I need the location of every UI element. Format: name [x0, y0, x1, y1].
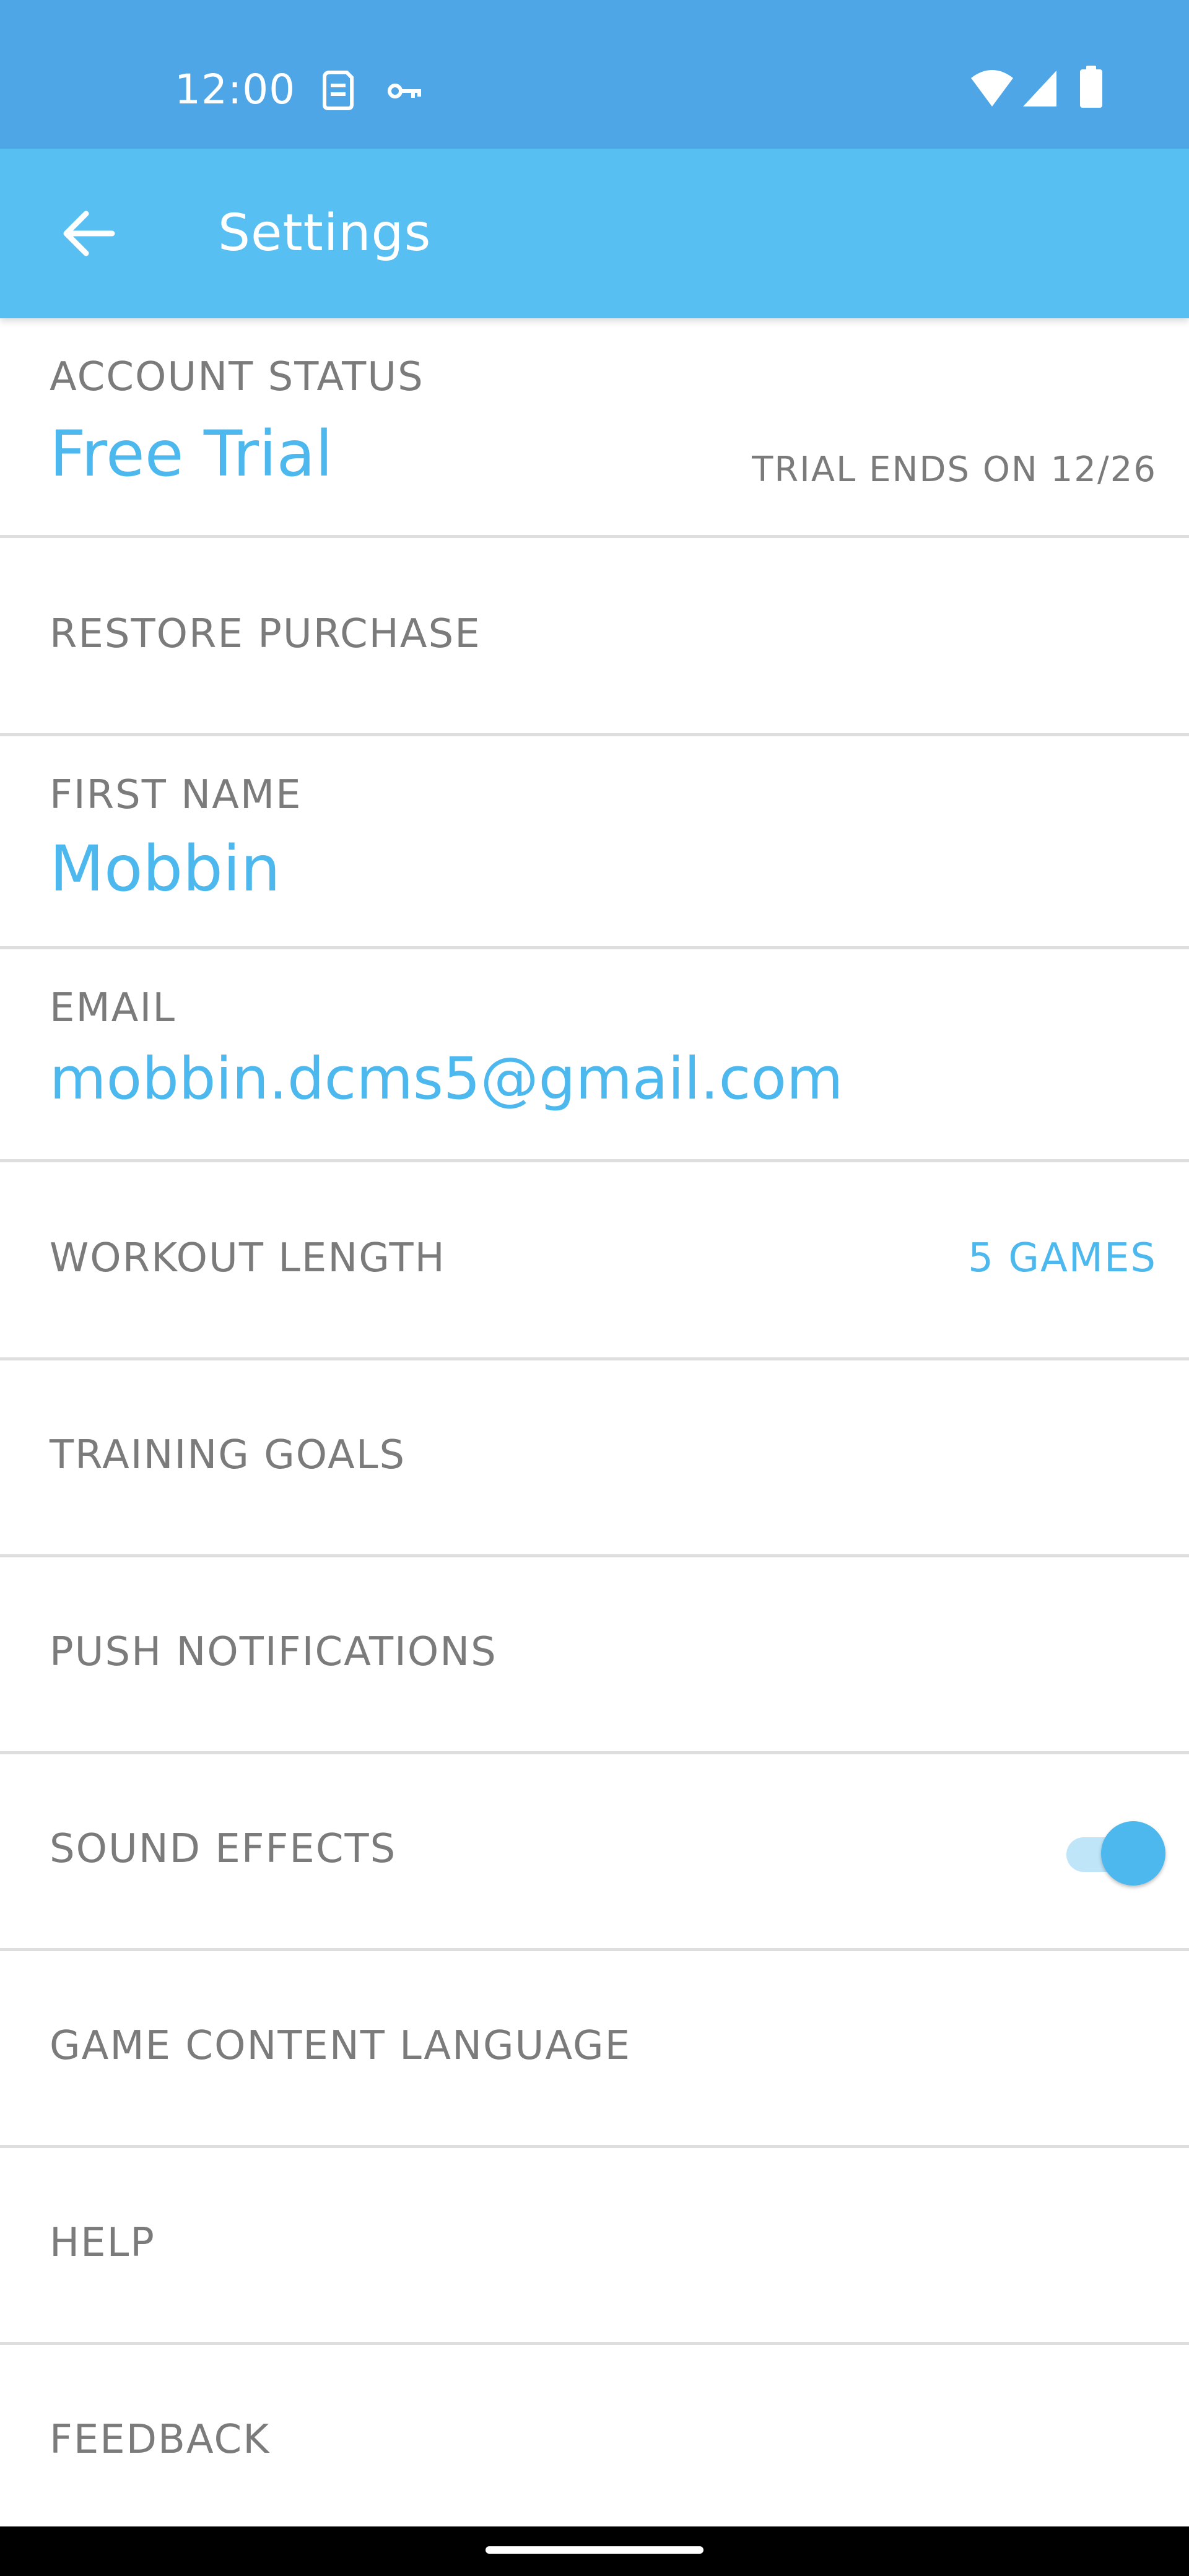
arrow-back-icon [63, 211, 115, 256]
email-label: EMAIL [50, 985, 176, 1031]
toggle-thumb [1101, 1821, 1165, 1886]
settings-list: ACCOUNT STATUS Free Trial TRIAL ENDS ON … [0, 318, 1189, 2531]
workout-length-row[interactable]: WORKOUT LENGTH 5 GAMES [0, 1162, 1189, 1360]
training-goals-row[interactable]: TRAINING GOALS [0, 1360, 1189, 1557]
wifi-icon [971, 70, 1013, 107]
back-button[interactable] [45, 190, 131, 277]
game-content-language-row[interactable]: GAME CONTENT LANGUAGE [0, 1951, 1189, 2148]
app-bar: Settings [0, 149, 1189, 318]
trial-end-note: TRIAL ENDS ON 12/26 [752, 450, 1157, 490]
push-notifications-label: PUSH NOTIFICATIONS [50, 1629, 497, 1675]
status-bar: 12:00 [0, 0, 1189, 149]
game-content-language-label: GAME CONTENT LANGUAGE [50, 2023, 632, 2069]
page-title: Settings [218, 204, 432, 263]
first-name-label: FIRST NAME [50, 772, 302, 818]
help-label: HELP [50, 2220, 155, 2266]
battery-icon [1080, 66, 1102, 108]
sound-effects-label: SOUND EFFECTS [50, 1826, 397, 1872]
push-notifications-row[interactable]: PUSH NOTIFICATIONS [0, 1557, 1189, 1754]
first-name-value: Mobbin [50, 832, 281, 906]
restore-purchase-row[interactable]: RESTORE PURCHASE [0, 538, 1189, 736]
training-goals-label: TRAINING GOALS [50, 1432, 406, 1478]
workout-length-label: WORKOUT LENGTH [50, 1235, 446, 1281]
first-name-row[interactable]: FIRST NAME Mobbin [0, 736, 1189, 949]
account-status-row[interactable]: ACCOUNT STATUS Free Trial TRIAL ENDS ON … [0, 318, 1189, 538]
email-row[interactable]: EMAIL mobbin.dcms5@gmail.com [0, 949, 1189, 1162]
signal-icon [1023, 71, 1056, 107]
sim-card-icon [323, 71, 354, 110]
sound-effects-row[interactable]: SOUND EFFECTS [0, 1754, 1189, 1951]
sound-effects-toggle[interactable] [1065, 1819, 1170, 1887]
email-value: mobbin.dcms5@gmail.com [50, 1045, 843, 1113]
feedback-label: FEEDBACK [50, 2417, 271, 2463]
vpn-key-icon [388, 84, 421, 98]
navigation-bar [0, 2526, 1189, 2576]
account-status-label: ACCOUNT STATUS [50, 354, 424, 400]
home-gesture-handle[interactable] [486, 2546, 703, 2554]
account-status-value: Free Trial [50, 417, 333, 491]
restore-purchase-label: RESTORE PURCHASE [50, 611, 481, 657]
workout-length-value: 5 GAMES [968, 1235, 1157, 1281]
help-row[interactable]: HELP [0, 2148, 1189, 2345]
feedback-row[interactable]: FEEDBACK [0, 2345, 1189, 2531]
status-time: 12:00 [175, 66, 296, 113]
